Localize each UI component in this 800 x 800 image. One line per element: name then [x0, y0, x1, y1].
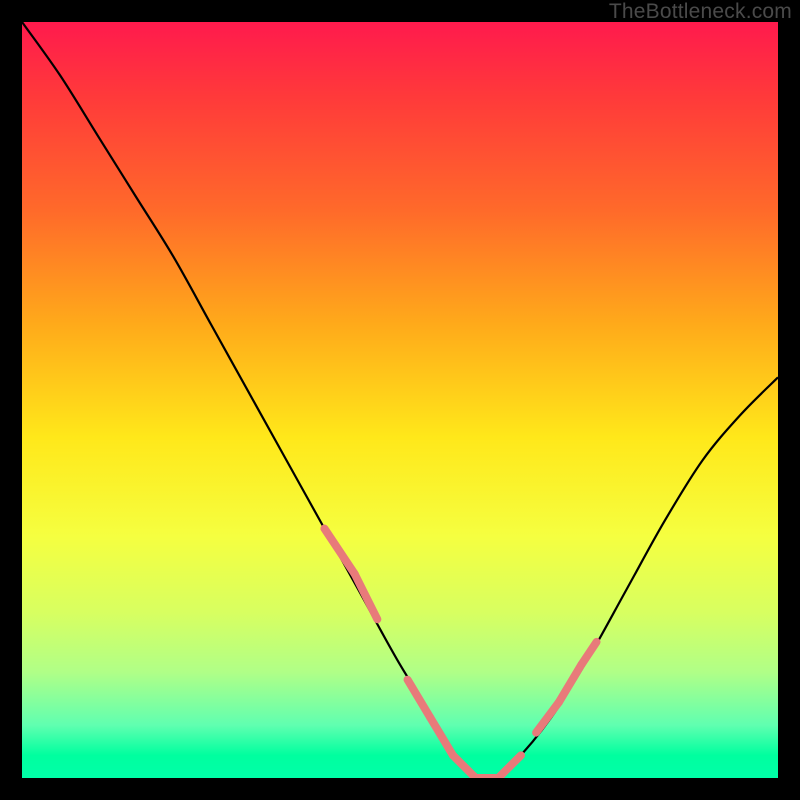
- bottleneck-curve: [22, 22, 778, 778]
- highlight-segment: [355, 574, 378, 619]
- watermark-text: TheBottleneck.com: [609, 0, 792, 24]
- highlight-segment: [498, 755, 521, 778]
- chart-frame: TheBottleneck.com: [0, 0, 800, 800]
- curve-layer: [22, 22, 778, 778]
- highlight-segment: [581, 642, 596, 665]
- highlight-segment: [324, 529, 354, 574]
- highlight-segment: [430, 718, 453, 756]
- plot-area: [22, 22, 778, 778]
- highlight-segment: [536, 702, 559, 732]
- highlight-segment: [453, 755, 476, 778]
- highlight-segment: [408, 680, 431, 718]
- highlight-segment: [559, 665, 582, 703]
